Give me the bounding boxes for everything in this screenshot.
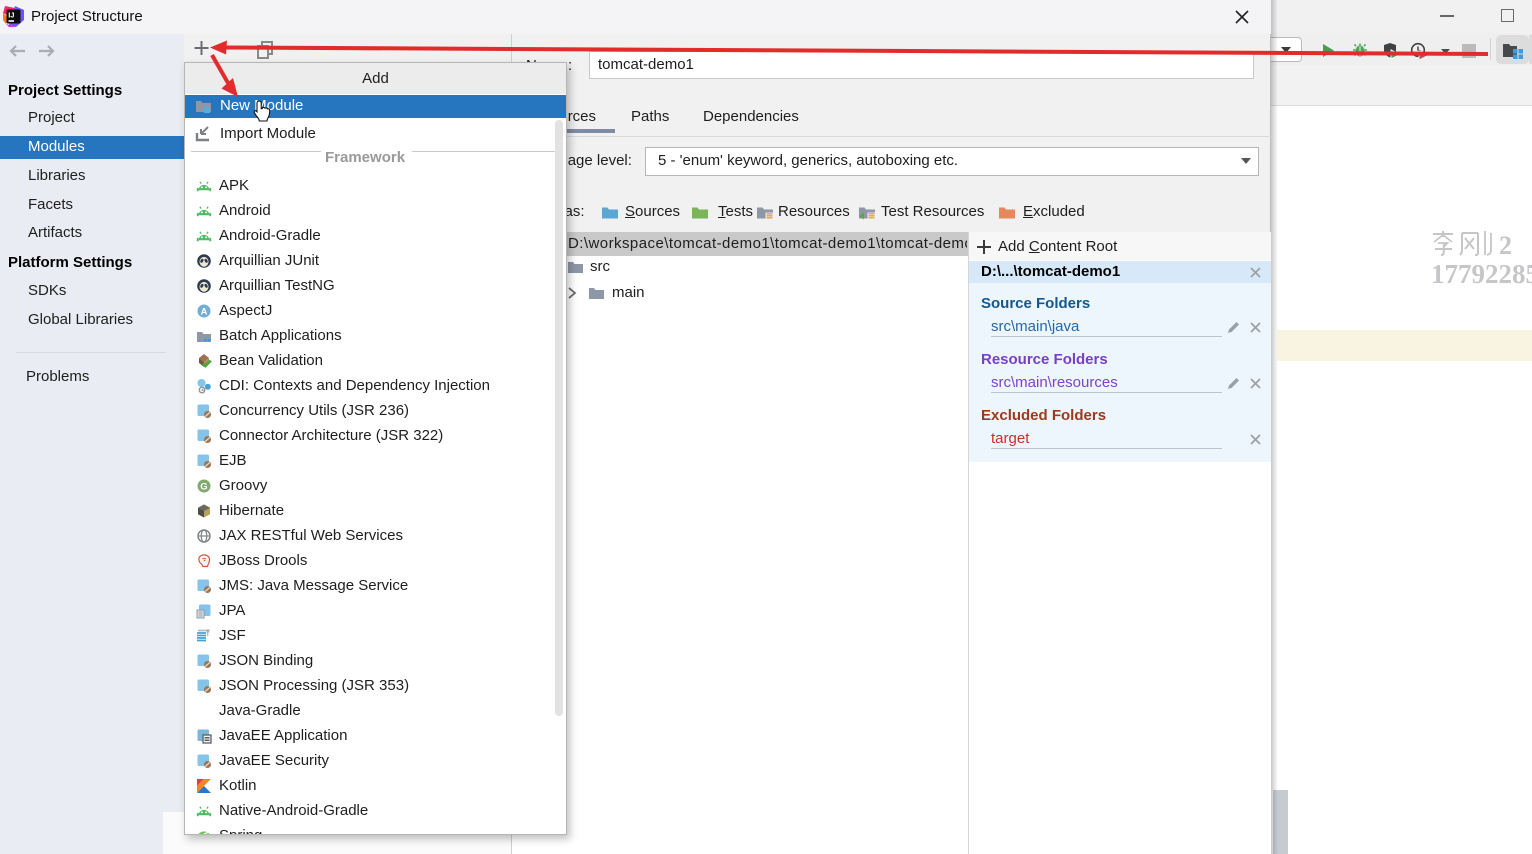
svg-text:IJ: IJ [8,11,14,20]
svg-text:2: 2 [1499,231,1512,256]
svg-text:G: G [200,481,207,492]
svg-text:A: A [201,306,208,317]
